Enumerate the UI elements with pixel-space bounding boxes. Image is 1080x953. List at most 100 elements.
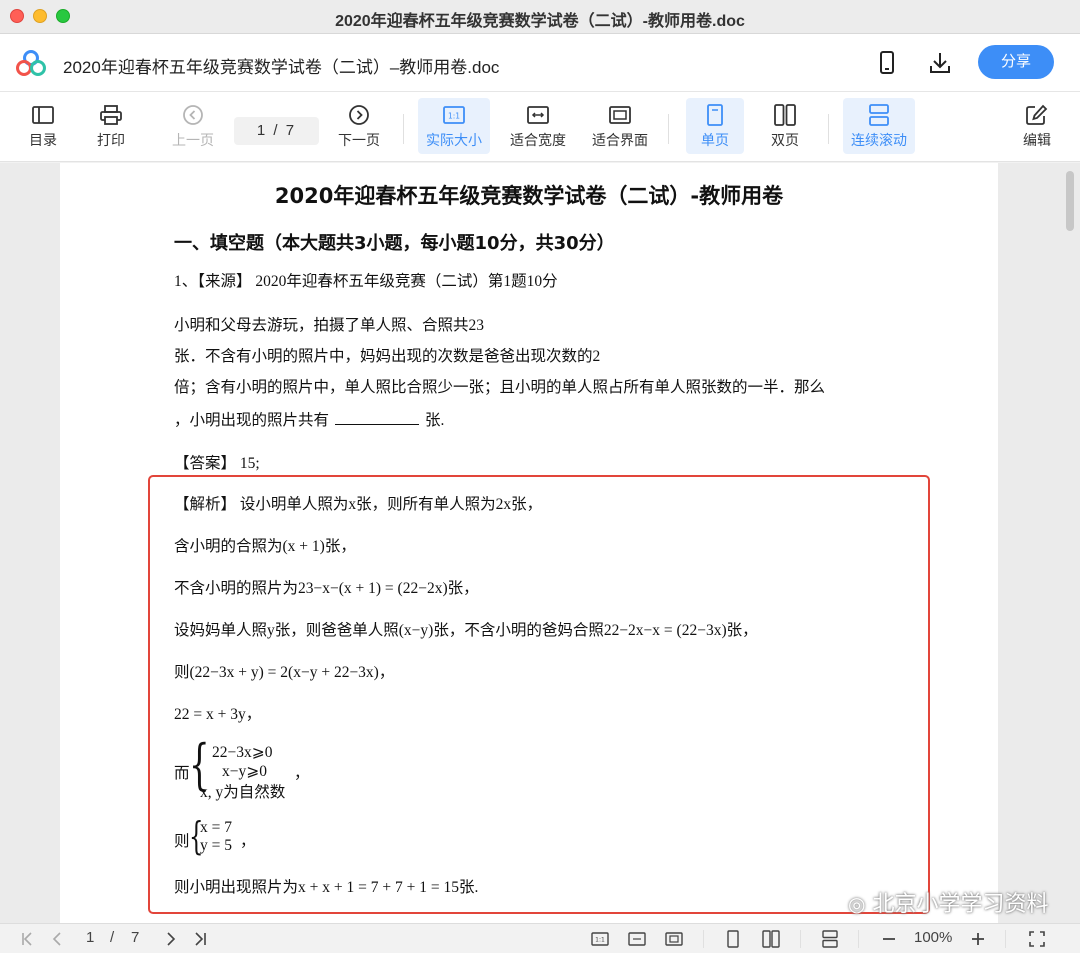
double-page-button[interactable]: 双页 — [756, 98, 814, 154]
fit-width-icon — [527, 106, 549, 124]
single-page-label: 单页 — [701, 132, 729, 148]
document-title: 2020年迎春杯五年级竞赛数学试卷（二试）–教师用卷.doc — [63, 58, 500, 77]
single-page-icon[interactable] — [724, 930, 742, 948]
first-page-icon[interactable] — [19, 930, 37, 948]
double-page-icon — [774, 104, 796, 126]
chevron-right-circle-icon — [349, 105, 369, 125]
svg-text:1:1: 1:1 — [595, 937, 605, 944]
edit-button[interactable]: 编辑 — [1001, 98, 1073, 154]
svg-text:1:1: 1:1 — [448, 112, 460, 121]
edit-icon — [1026, 104, 1048, 125]
status-page-separator: / — [110, 929, 115, 946]
fullscreen-icon[interactable] — [1028, 930, 1046, 948]
answer-line: 【答案】 15; — [174, 455, 260, 472]
continuous-scroll-label: 连续滚动 — [851, 132, 907, 148]
system-row: x = 7 — [200, 819, 232, 836]
next-page-button[interactable]: 下一页 — [323, 98, 395, 154]
toolbar-divider — [668, 114, 669, 144]
print-button[interactable]: 打印 — [75, 98, 147, 154]
status-page-current[interactable]: 1 — [86, 929, 94, 946]
zoom-level: 100% — [914, 929, 953, 946]
doc-heading: 2020年迎春杯五年级竞赛数学试卷（二试）-教师用卷 — [274, 184, 784, 208]
single-page-icon — [707, 104, 723, 126]
share-button[interactable]: 分享 — [978, 45, 1054, 79]
status-divider — [800, 930, 801, 948]
question-text-suffix: 张. — [425, 412, 445, 429]
system-suffix: ， — [294, 765, 310, 782]
title-bar: 2020年迎春杯五年级竞赛数学试卷（二试）-教师用卷.doc — [0, 0, 1080, 34]
next-page-icon[interactable] — [162, 930, 180, 948]
download-icon[interactable] — [927, 50, 953, 76]
status-page-total: 7 — [131, 929, 140, 946]
prev-page-icon[interactable] — [48, 930, 66, 948]
analysis-line: 含小明的合照为(x + 1)张， — [174, 538, 356, 555]
status-bar: 1 / 7 1:1 100% — [0, 923, 1080, 953]
continuous-scroll-icon — [869, 104, 889, 126]
question-text-line: 张．不含有小明的照片中，妈妈出现的次数是爸爸出现次数的2 — [174, 348, 601, 365]
analysis-line: 22 = x + 3y， — [174, 706, 262, 723]
equation-system: 而 { 22−3x⩾0 x−y⩾0 x, y为自然数 ， — [174, 735, 374, 803]
conclusion-line: 则小明出现照片为x + x + 1 = 7 + 7 + 1 = 15张. — [174, 879, 479, 896]
last-page-icon[interactable] — [191, 930, 209, 948]
double-page-icon[interactable] — [762, 930, 780, 948]
toc-label: 目录 — [29, 132, 57, 148]
document-viewport[interactable]: 2020年迎春杯五年级竞赛数学试卷（二试）-教师用卷 一、填空题（本大题共3小题… — [0, 163, 1080, 923]
actual-size-icon[interactable]: 1:1 — [591, 930, 609, 948]
answer-blank — [335, 411, 420, 425]
toolbar-divider — [403, 114, 404, 144]
sidebar-icon — [32, 106, 54, 124]
fit-width-label: 适合宽度 — [510, 132, 566, 148]
prev-page-button[interactable]: 上一页 — [157, 98, 229, 154]
watermark-text: 北京小学学习资料 — [872, 892, 1049, 917]
actual-size-icon: 1:1 — [443, 106, 465, 124]
vertical-scrollbar[interactable] — [1066, 171, 1074, 231]
system-row: x, y为自然数 — [200, 784, 286, 801]
fit-screen-icon[interactable] — [665, 930, 683, 948]
fit-width-button[interactable]: 适合宽度 — [502, 98, 574, 154]
toc-button[interactable]: 目录 — [7, 98, 79, 154]
system-suffix: ， — [240, 833, 256, 850]
toolbar-divider — [828, 114, 829, 144]
zoom-in-icon[interactable] — [969, 930, 987, 948]
status-divider — [703, 930, 704, 948]
double-page-label: 双页 — [771, 132, 799, 148]
question-source: 1、【来源】 2020年迎春杯五年级竞赛（二试）第1题10分 — [174, 273, 558, 290]
analysis-line: 【解析】 设小明单人照为x张，则所有单人照为2x张， — [174, 496, 543, 513]
window-title: 2020年迎春杯五年级竞赛数学试卷（二试）-教师用卷.doc — [335, 13, 745, 30]
printer-icon — [100, 105, 122, 125]
status-divider — [1005, 930, 1006, 948]
page-number-input[interactable]: 1 / 7 — [234, 117, 319, 145]
print-label: 打印 — [97, 132, 125, 148]
question-text-line: 倍；含有小明的照片中，单人照比合照少一张；且小明的单人照占所有单人照张数的一半．… — [174, 379, 826, 396]
section-heading: 一、填空题（本大题共3小题，每小题10分，共30分） — [174, 233, 615, 254]
system-prefix: 而 — [174, 765, 190, 782]
system-row: x−y⩾0 — [222, 763, 267, 780]
question-text-line: 小明和父母去游玩，拍摄了单人照、合照共23 — [174, 317, 485, 334]
zoom-out-icon[interactable] — [880, 930, 898, 948]
fit-screen-button[interactable]: 适合界面 — [584, 98, 656, 154]
prev-page-label: 上一页 — [172, 132, 214, 148]
fit-width-icon[interactable] — [628, 930, 646, 948]
system-row: 22−3x⩾0 — [212, 744, 273, 761]
document-page: 2020年迎春杯五年级竞赛数学试卷（二试）-教师用卷 一、填空题（本大题共3小题… — [60, 163, 1048, 923]
question-text-line: ，小明出现的照片共有 张. — [174, 408, 444, 430]
logo-icon — [16, 50, 46, 76]
app-header: 2020年迎春杯五年级竞赛数学试卷（二试）–教师用卷.doc 分享 — [0, 34, 1080, 92]
single-page-button[interactable]: 单页 — [686, 98, 744, 154]
phone-icon[interactable] — [874, 50, 900, 76]
continuous-scroll-icon[interactable] — [821, 930, 839, 948]
system-prefix: 则 — [174, 833, 190, 850]
fit-screen-label: 适合界面 — [592, 132, 648, 148]
actual-size-button[interactable]: 1:1 实际大小 — [418, 98, 490, 154]
app-window: 2020年迎春杯五年级竞赛数学试卷（二试）-教师用卷.doc 2020年迎春杯五… — [0, 0, 1080, 953]
fit-screen-icon — [609, 106, 631, 124]
chevron-left-circle-icon — [183, 105, 203, 125]
analysis-line: 不含小明的照片为23−x−(x + 1) = (22−2x)张， — [174, 580, 479, 597]
continuous-scroll-button[interactable]: 连续滚动 — [843, 98, 915, 154]
wechat-icon: ◎ — [848, 892, 866, 916]
equation-system: 则 { x = 7 y = 5 ， — [174, 815, 294, 859]
actual-size-label: 实际大小 — [426, 132, 482, 148]
analysis-line: 则(22−3x + y) = 2(x−y + 22−3x)， — [174, 664, 395, 681]
question-text-prefix: ，小明出现的照片共有 — [174, 412, 330, 429]
watermark: ◎ 北京小学学习资料 — [848, 886, 1048, 918]
